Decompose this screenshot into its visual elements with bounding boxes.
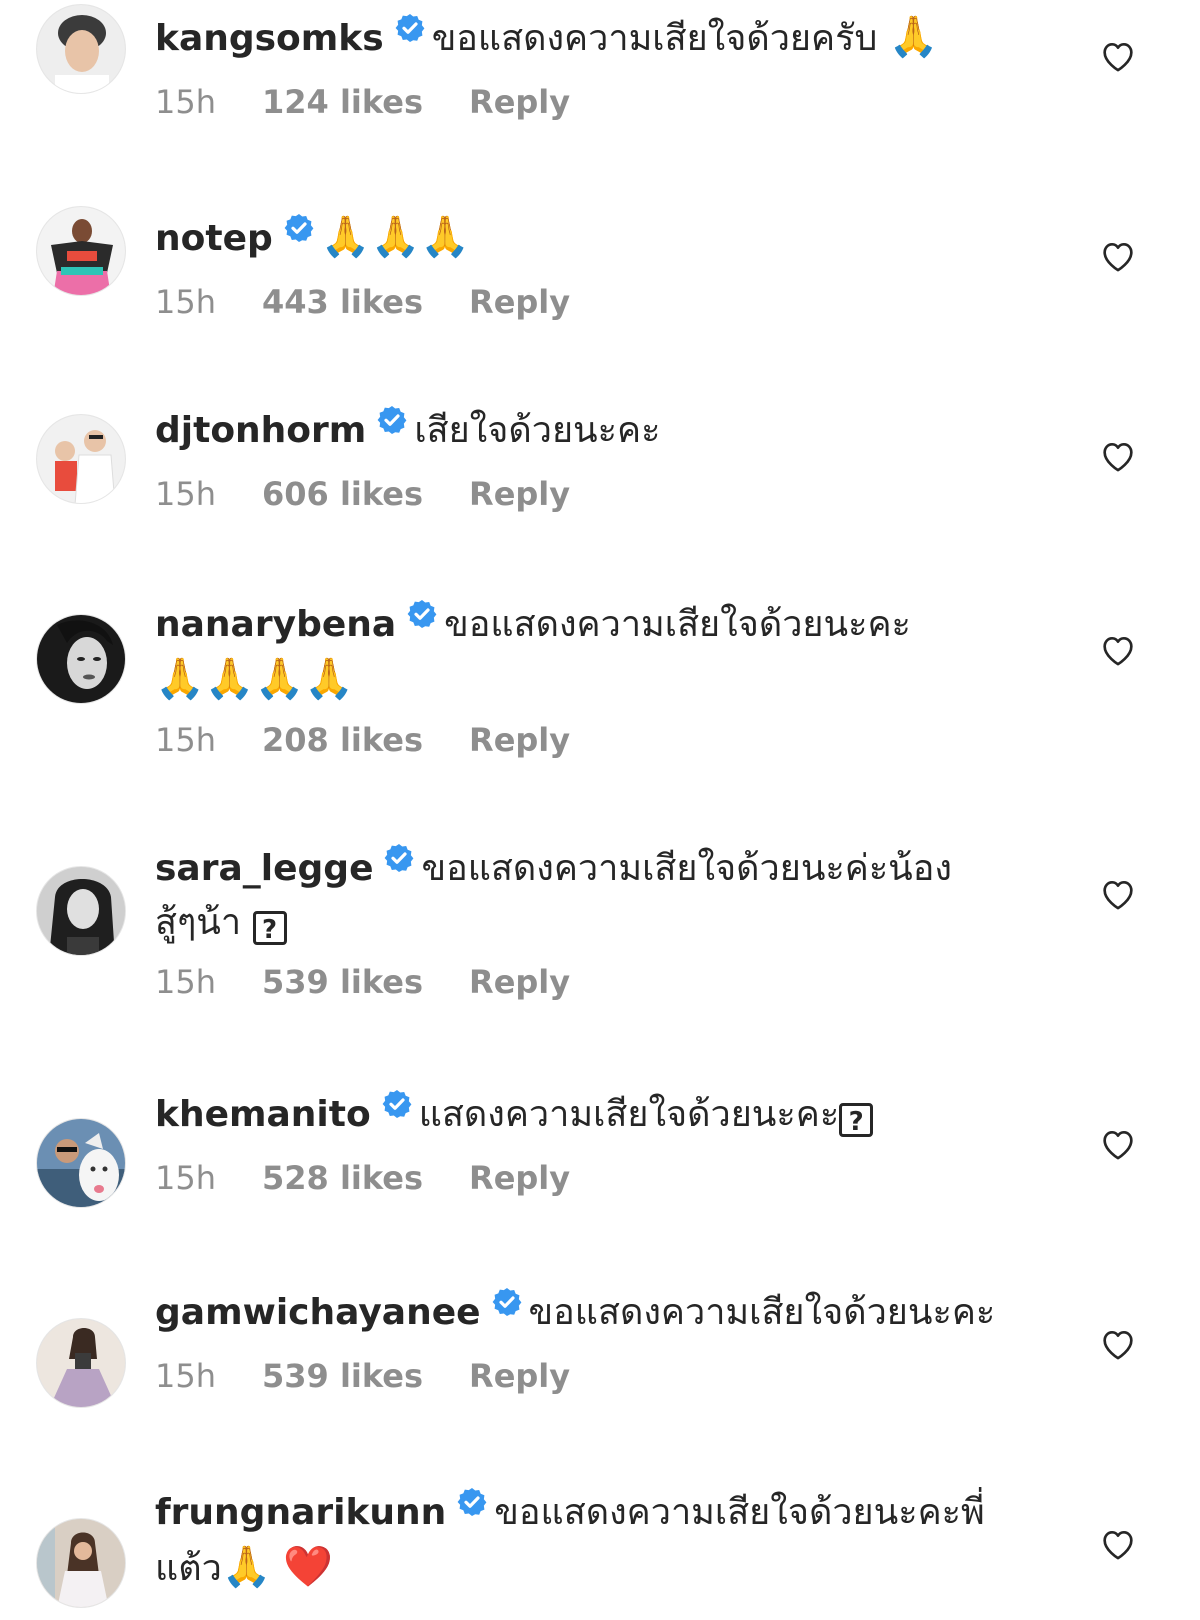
avatar[interactable] bbox=[36, 1518, 126, 1608]
username-link[interactable]: gamwichayanee bbox=[155, 1292, 481, 1333]
red-heart-emoji: ❤️ bbox=[283, 1544, 333, 1590]
comment-text-line: gamwichayanee ขอแสดงความเสียใจด้วยนะคะ bbox=[155, 1286, 1025, 1340]
avatar[interactable] bbox=[36, 866, 126, 956]
reply-button[interactable]: Reply bbox=[469, 1159, 570, 1197]
avatar[interactable] bbox=[36, 414, 126, 504]
username-link[interactable]: sara_legge bbox=[155, 848, 373, 889]
username-link[interactable]: nanarybena bbox=[155, 604, 396, 645]
folded-hands-emoji: 🙏 bbox=[888, 14, 939, 60]
missing-glyph-box: ? bbox=[839, 1103, 874, 1137]
heart-outline-icon[interactable] bbox=[1098, 1324, 1138, 1364]
comment-text-line: frungnarikunn ขอแสดงความเสียใจด้วยนะคะพี่ bbox=[155, 1486, 1025, 1540]
folded-hands-emoji: 🙏🙏🙏🙏 bbox=[155, 656, 355, 702]
username-link[interactable]: frungnarikunn bbox=[155, 1492, 446, 1533]
comment-time: 15h bbox=[155, 1357, 216, 1395]
comment-time: 15h bbox=[155, 963, 216, 1001]
verified-badge-icon bbox=[377, 406, 407, 434]
comment-text-line: 🙏🙏🙏🙏 bbox=[155, 652, 1025, 708]
comment-time: 15h bbox=[155, 721, 216, 759]
comment-time: 15h bbox=[155, 283, 216, 321]
likes-count[interactable]: 528 likes bbox=[262, 1159, 423, 1197]
reply-button[interactable]: Reply bbox=[469, 1357, 570, 1395]
verified-badge-icon bbox=[457, 1488, 487, 1516]
comment-meta: 15h 443 likes Reply bbox=[155, 280, 1025, 324]
comment-meta: 15h 528 likes Reply bbox=[155, 1156, 1025, 1200]
heart-outline-icon[interactable] bbox=[1098, 1124, 1138, 1164]
reply-button[interactable]: Reply bbox=[469, 475, 570, 513]
comment-text-line: notep 🙏🙏🙏 bbox=[155, 210, 1025, 266]
comment-text-line: แต้ว🙏 ❤️ bbox=[155, 1540, 1025, 1596]
heart-outline-icon[interactable] bbox=[1098, 1524, 1138, 1564]
missing-glyph-box: ? bbox=[252, 911, 287, 945]
username-link[interactable]: khemanito bbox=[155, 1094, 371, 1135]
comment-text: แต้ว bbox=[155, 1548, 222, 1589]
reply-button[interactable]: Reply bbox=[469, 721, 570, 759]
comment-text: ขอแสดงความเสียใจด้วยครับ bbox=[431, 18, 878, 59]
comment-time: 15h bbox=[155, 1159, 216, 1197]
comment-text: ขอแสดงความเสียใจด้วยนะคะพี่ bbox=[494, 1492, 985, 1533]
comment-time: 15h bbox=[155, 475, 216, 513]
likes-count[interactable]: 124 likes bbox=[262, 83, 423, 121]
comment-meta: 15h 124 likes Reply bbox=[155, 80, 1025, 124]
avatar[interactable] bbox=[36, 206, 126, 296]
avatar[interactable] bbox=[36, 4, 126, 94]
comment-text-line: nanarybena ขอแสดงความเสียใจด้วยนะคะ bbox=[155, 598, 1025, 652]
verified-badge-icon bbox=[492, 1288, 521, 1316]
likes-count[interactable]: 539 likes bbox=[262, 963, 423, 1001]
comment-text-line: djtonhorm เสียใจด้วยนะคะ bbox=[155, 404, 1025, 458]
username-link[interactable]: kangsomks bbox=[155, 18, 384, 59]
heart-outline-icon[interactable] bbox=[1098, 630, 1138, 670]
comment-text: ขอแสดงความเสียใจด้วยนะคะ bbox=[444, 604, 911, 645]
comment-text-line: kangsomks ขอแสดงความเสียใจด้วยครับ 🙏 bbox=[155, 10, 1025, 66]
comment-text: ขอแสดงความเสียใจด้วยนะคะ bbox=[528, 1292, 996, 1333]
username-link[interactable]: notep bbox=[155, 218, 273, 259]
heart-outline-icon[interactable] bbox=[1098, 36, 1138, 76]
comment-text-line: sara_legge ขอแสดงความเสียใจด้วยนะค่ะน้อง bbox=[155, 842, 1025, 896]
heart-outline-icon[interactable] bbox=[1098, 436, 1138, 476]
avatar[interactable] bbox=[36, 1118, 126, 1208]
verified-badge-icon bbox=[382, 1090, 412, 1118]
likes-count[interactable]: 539 likes bbox=[262, 1357, 423, 1395]
comment-time: 15h bbox=[155, 83, 216, 121]
heart-outline-icon[interactable] bbox=[1098, 874, 1138, 914]
reply-button[interactable]: Reply bbox=[469, 283, 570, 321]
avatar[interactable] bbox=[36, 614, 126, 704]
heart-outline-icon[interactable] bbox=[1098, 236, 1138, 276]
reply-button[interactable]: Reply bbox=[469, 83, 570, 121]
comment-text-line: สู้ๆน้า ? bbox=[155, 896, 1025, 950]
folded-hands-emoji: 🙏🙏🙏 bbox=[320, 214, 471, 260]
likes-count[interactable]: 443 likes bbox=[262, 283, 423, 321]
verified-badge-icon bbox=[385, 844, 414, 872]
likes-count[interactable]: 208 likes bbox=[262, 721, 423, 759]
comment-text: สู้ๆน้า bbox=[155, 902, 242, 943]
username-link[interactable]: djtonhorm bbox=[155, 410, 366, 451]
verified-badge-icon bbox=[407, 600, 437, 628]
verified-badge-icon bbox=[395, 14, 425, 42]
comment-text: ขอแสดงความเสียใจด้วยนะค่ะน้อง bbox=[421, 848, 952, 889]
comment-text: เสียใจด้วยนะคะ bbox=[414, 410, 661, 451]
comment-meta: 15h 208 likes Reply bbox=[155, 718, 1025, 762]
avatar[interactable] bbox=[36, 1318, 126, 1408]
comment-meta: 15h 539 likes Reply bbox=[155, 1354, 1025, 1398]
folded-hands-emoji: 🙏 bbox=[221, 1544, 272, 1590]
likes-count[interactable]: 606 likes bbox=[262, 475, 423, 513]
comment-meta: 15h 539 likes Reply bbox=[155, 960, 1025, 1004]
reply-button[interactable]: Reply bbox=[469, 963, 570, 1001]
comment-text: แสดงความเสียใจด้วยนะคะ bbox=[418, 1094, 840, 1135]
comment-meta: 15h 606 likes Reply bbox=[155, 472, 1025, 516]
verified-badge-icon bbox=[284, 214, 314, 242]
comment-text-line: khemanito แสดงความเสียใจด้วยนะคะ? bbox=[155, 1088, 1025, 1142]
